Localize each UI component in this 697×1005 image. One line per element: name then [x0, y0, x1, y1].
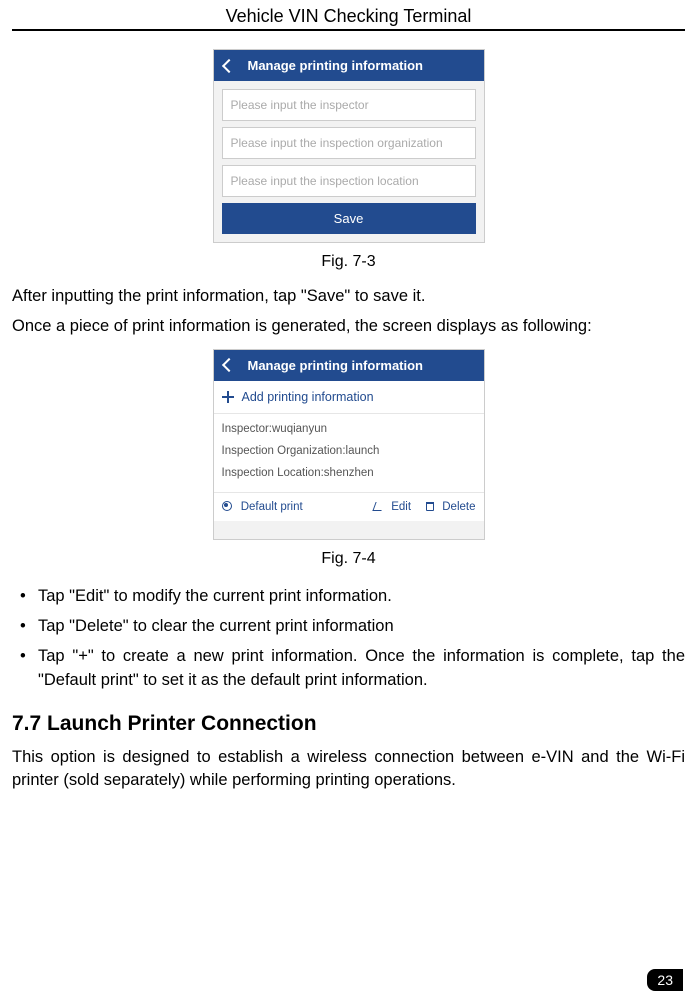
page-number: 23	[647, 969, 683, 991]
section-heading-7-7: 7.7 Launch Printer Connection	[12, 712, 685, 736]
pencil-icon	[373, 502, 385, 511]
bullet-add: Tap "+" to create a new print informatio…	[16, 642, 685, 696]
plus-icon	[222, 391, 234, 403]
instruction-list: Tap "Edit" to modify the current print i…	[12, 582, 685, 696]
paragraph-save-instruction: After inputting the print information, t…	[12, 285, 685, 309]
trash-icon	[426, 502, 434, 511]
organization-input[interactable]: Please input the inspection organization	[222, 127, 476, 159]
info-location: Inspection Location:shenzhen	[222, 462, 476, 484]
paragraph-printer-connection: This option is designed to establish a w…	[12, 746, 685, 794]
back-icon[interactable]	[221, 358, 235, 372]
figure-7-4-screenshot: Manage printing information Add printing…	[213, 349, 485, 540]
info-inspector: Inspector:wuqianyun	[222, 418, 476, 440]
header-rule	[12, 29, 685, 31]
paragraph-after-save: Once a piece of print information is gen…	[12, 315, 685, 339]
figure-7-3-screenshot: Manage printing information Please input…	[213, 49, 485, 243]
edit-button[interactable]: Edit	[368, 501, 411, 513]
delete-button[interactable]: Delete	[420, 501, 475, 513]
default-print-label: Default print	[241, 501, 303, 513]
save-button[interactable]: Save	[222, 203, 476, 234]
default-print-toggle[interactable]: Default print	[222, 501, 303, 513]
bullet-edit: Tap "Edit" to modify the current print i…	[16, 582, 685, 612]
printing-info-block: Inspector:wuqianyun Inspection Organizat…	[214, 414, 484, 493]
delete-label: Delete	[442, 501, 475, 513]
info-organization: Inspection Organization:launch	[222, 440, 476, 462]
figure-7-3-caption: Fig. 7-3	[12, 253, 685, 271]
screenshot-titlebar: Manage printing information	[214, 350, 484, 381]
add-printing-info-row[interactable]: Add printing information	[214, 381, 484, 414]
location-input[interactable]: Please input the inspection location	[222, 165, 476, 197]
screenshot-title: Manage printing information	[248, 358, 424, 373]
printing-info-footer: Default print Edit Delete	[214, 493, 484, 521]
add-printing-info-label: Add printing information	[242, 390, 374, 404]
screenshot-titlebar: Manage printing information	[214, 50, 484, 81]
inspector-input[interactable]: Please input the inspector	[222, 89, 476, 121]
back-icon[interactable]	[221, 58, 235, 72]
radio-icon	[222, 501, 232, 511]
document-header: Vehicle VIN Checking Terminal	[12, 0, 685, 29]
edit-label: Edit	[391, 501, 411, 513]
screenshot-title: Manage printing information	[248, 58, 424, 73]
bullet-delete: Tap "Delete" to clear the current print …	[16, 612, 685, 642]
figure-7-4-caption: Fig. 7-4	[12, 550, 685, 568]
